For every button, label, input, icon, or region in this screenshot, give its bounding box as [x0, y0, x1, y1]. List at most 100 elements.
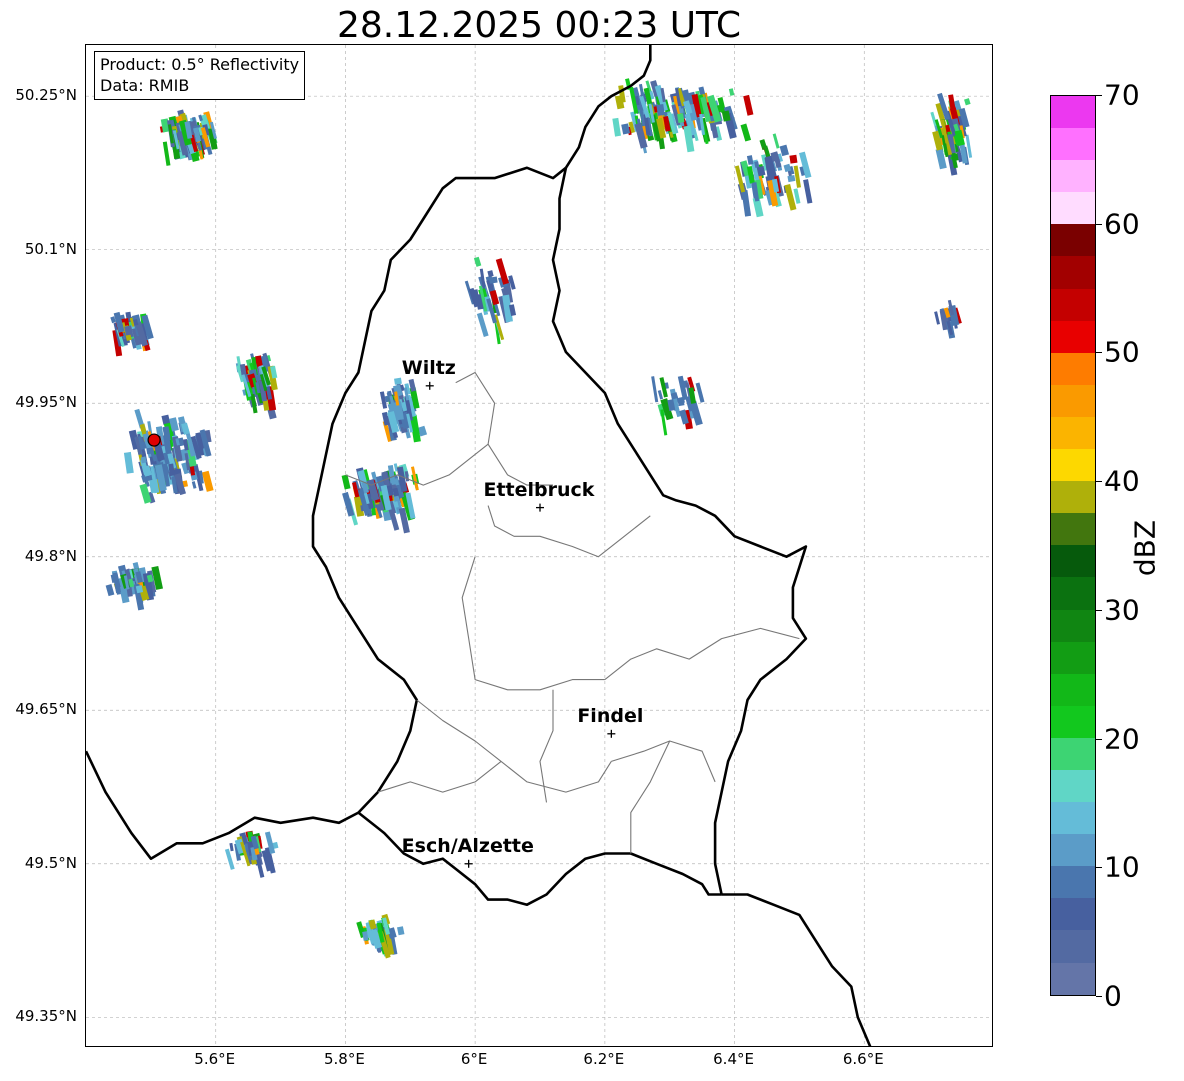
radar-echo: [191, 481, 197, 489]
colorbar-segment: [1051, 930, 1095, 963]
colorbar-tick-mark: [1096, 867, 1102, 869]
country-border-east: [551, 167, 808, 895]
radar-echo: [695, 382, 705, 403]
colorbar-segment: [1051, 320, 1095, 353]
country-border-de-fr: [721, 893, 872, 1046]
colorbar-segment: [1051, 128, 1095, 161]
colorbar-segment: [1051, 545, 1095, 578]
product-label: Product: 0.5° Reflectivity: [100, 55, 300, 74]
canton-border: [487, 505, 651, 558]
colorbar-segment: [1051, 577, 1095, 610]
colorbar-tick-label: 10: [1104, 850, 1140, 884]
x-tick-label: 5.6°E: [194, 1050, 236, 1068]
radar-echo: [495, 258, 509, 285]
radar-echo: [657, 390, 664, 400]
radar-echo: [473, 256, 482, 267]
colorbar-segment: [1051, 160, 1095, 193]
radar-echo: [789, 154, 798, 164]
radar-echo: [476, 312, 489, 337]
canton-border: [461, 556, 605, 691]
colorbar-segment: [1051, 673, 1095, 706]
radar-echo: [787, 174, 796, 183]
radar-echo: [201, 470, 214, 492]
radar-map[interactable]: [85, 44, 993, 1047]
colorbar-segment: [1051, 802, 1095, 835]
y-tick-label: 49.65°N: [15, 700, 77, 719]
colorbar-tick-mark: [1096, 996, 1102, 997]
radar-echo: [146, 447, 155, 455]
colorbar-segment: [1051, 834, 1095, 867]
radar-echo: [123, 451, 134, 474]
canton-border: [455, 371, 553, 486]
radar-echo: [743, 94, 754, 116]
y-tick-label: 50.1°N: [24, 239, 77, 258]
colorbar-segment: [1051, 256, 1095, 289]
colorbar-tick-label: 40: [1104, 464, 1140, 498]
colorbar-tick-label: 30: [1104, 593, 1140, 627]
y-tick-label: 49.95°N: [15, 393, 77, 412]
radar-echo: [487, 270, 494, 278]
canton-border: [377, 760, 502, 793]
colorbar-tick-mark: [1096, 223, 1102, 225]
colorbar-segment: [1051, 866, 1095, 899]
colorbar-segment: [1051, 192, 1095, 225]
x-tick-label: 6.4°E: [713, 1050, 754, 1068]
radar-echo: [651, 376, 659, 403]
y-tick-label: 50.25°N: [15, 86, 77, 105]
radar-echo: [342, 491, 355, 517]
radar-echo: [621, 123, 631, 135]
radar-echo: [803, 179, 813, 204]
colorbar-tick-mark: [1096, 95, 1102, 96]
radar-echo: [110, 573, 120, 583]
city-label: Esch/Alzette: [401, 834, 534, 857]
x-tick-label: 5.8°E: [324, 1050, 365, 1068]
radar-echo: [784, 183, 797, 211]
colorbar-segment: [1051, 416, 1095, 450]
city-label: Ettelbruck: [483, 478, 595, 501]
colorbar-tick-mark: [1096, 609, 1102, 611]
radar-echo: [728, 88, 735, 96]
y-tick-label: 49.8°N: [24, 546, 77, 565]
map-title: 28.12.2025 00:23 UTC: [336, 5, 742, 46]
colorbar-tick-label: 50: [1104, 335, 1140, 369]
canton-border: [630, 740, 671, 854]
radar-echo: [229, 842, 234, 852]
colorbar-tick-mark: [1096, 738, 1102, 740]
y-tick-label: 49.35°N: [15, 1007, 77, 1026]
radar-echo: [612, 117, 621, 137]
colorbar-segment: [1051, 449, 1095, 482]
radar-echo: [491, 276, 498, 284]
colorbar-segment: [1051, 481, 1095, 514]
colorbar-segment: [1051, 769, 1095, 803]
canton-border: [611, 740, 716, 783]
radar-site-marker: [147, 433, 161, 447]
radar-echo: [746, 155, 754, 165]
colorbar-segment: [1051, 962, 1095, 995]
city-label: Findel: [577, 704, 644, 727]
radar-echo: [162, 141, 171, 166]
colorbar-segment: [1051, 898, 1095, 931]
radar-echo: [396, 926, 405, 936]
colorbar-tick-label: 60: [1104, 207, 1140, 241]
radar-echo: [224, 848, 235, 870]
radar-echo: [799, 151, 812, 179]
colorbar-segment: [1051, 609, 1095, 642]
x-tick-label: 6°E: [460, 1050, 488, 1068]
colorbar-tick-label: 0: [1104, 979, 1122, 1013]
colorbar-segment: [1051, 288, 1095, 321]
y-tick-label: 49.5°N: [24, 853, 77, 872]
colorbar-segment: [1051, 224, 1095, 257]
colorbar-segment: [1051, 96, 1095, 129]
radar-echo: [394, 377, 402, 385]
radar-echo: [105, 583, 115, 597]
colorbar-segment: [1051, 513, 1095, 546]
colorbar: [1050, 95, 1096, 996]
radar-echo: [934, 311, 941, 325]
data-source-label: Data: RMIB: [100, 76, 190, 95]
x-tick-label: 6.6°E: [842, 1050, 884, 1068]
colorbar-tick-mark: [1096, 352, 1102, 354]
country-border-south: [357, 811, 722, 907]
radar-echo: [964, 98, 971, 106]
radar-echo: [740, 123, 752, 142]
colorbar-tick-label: 20: [1104, 722, 1140, 756]
